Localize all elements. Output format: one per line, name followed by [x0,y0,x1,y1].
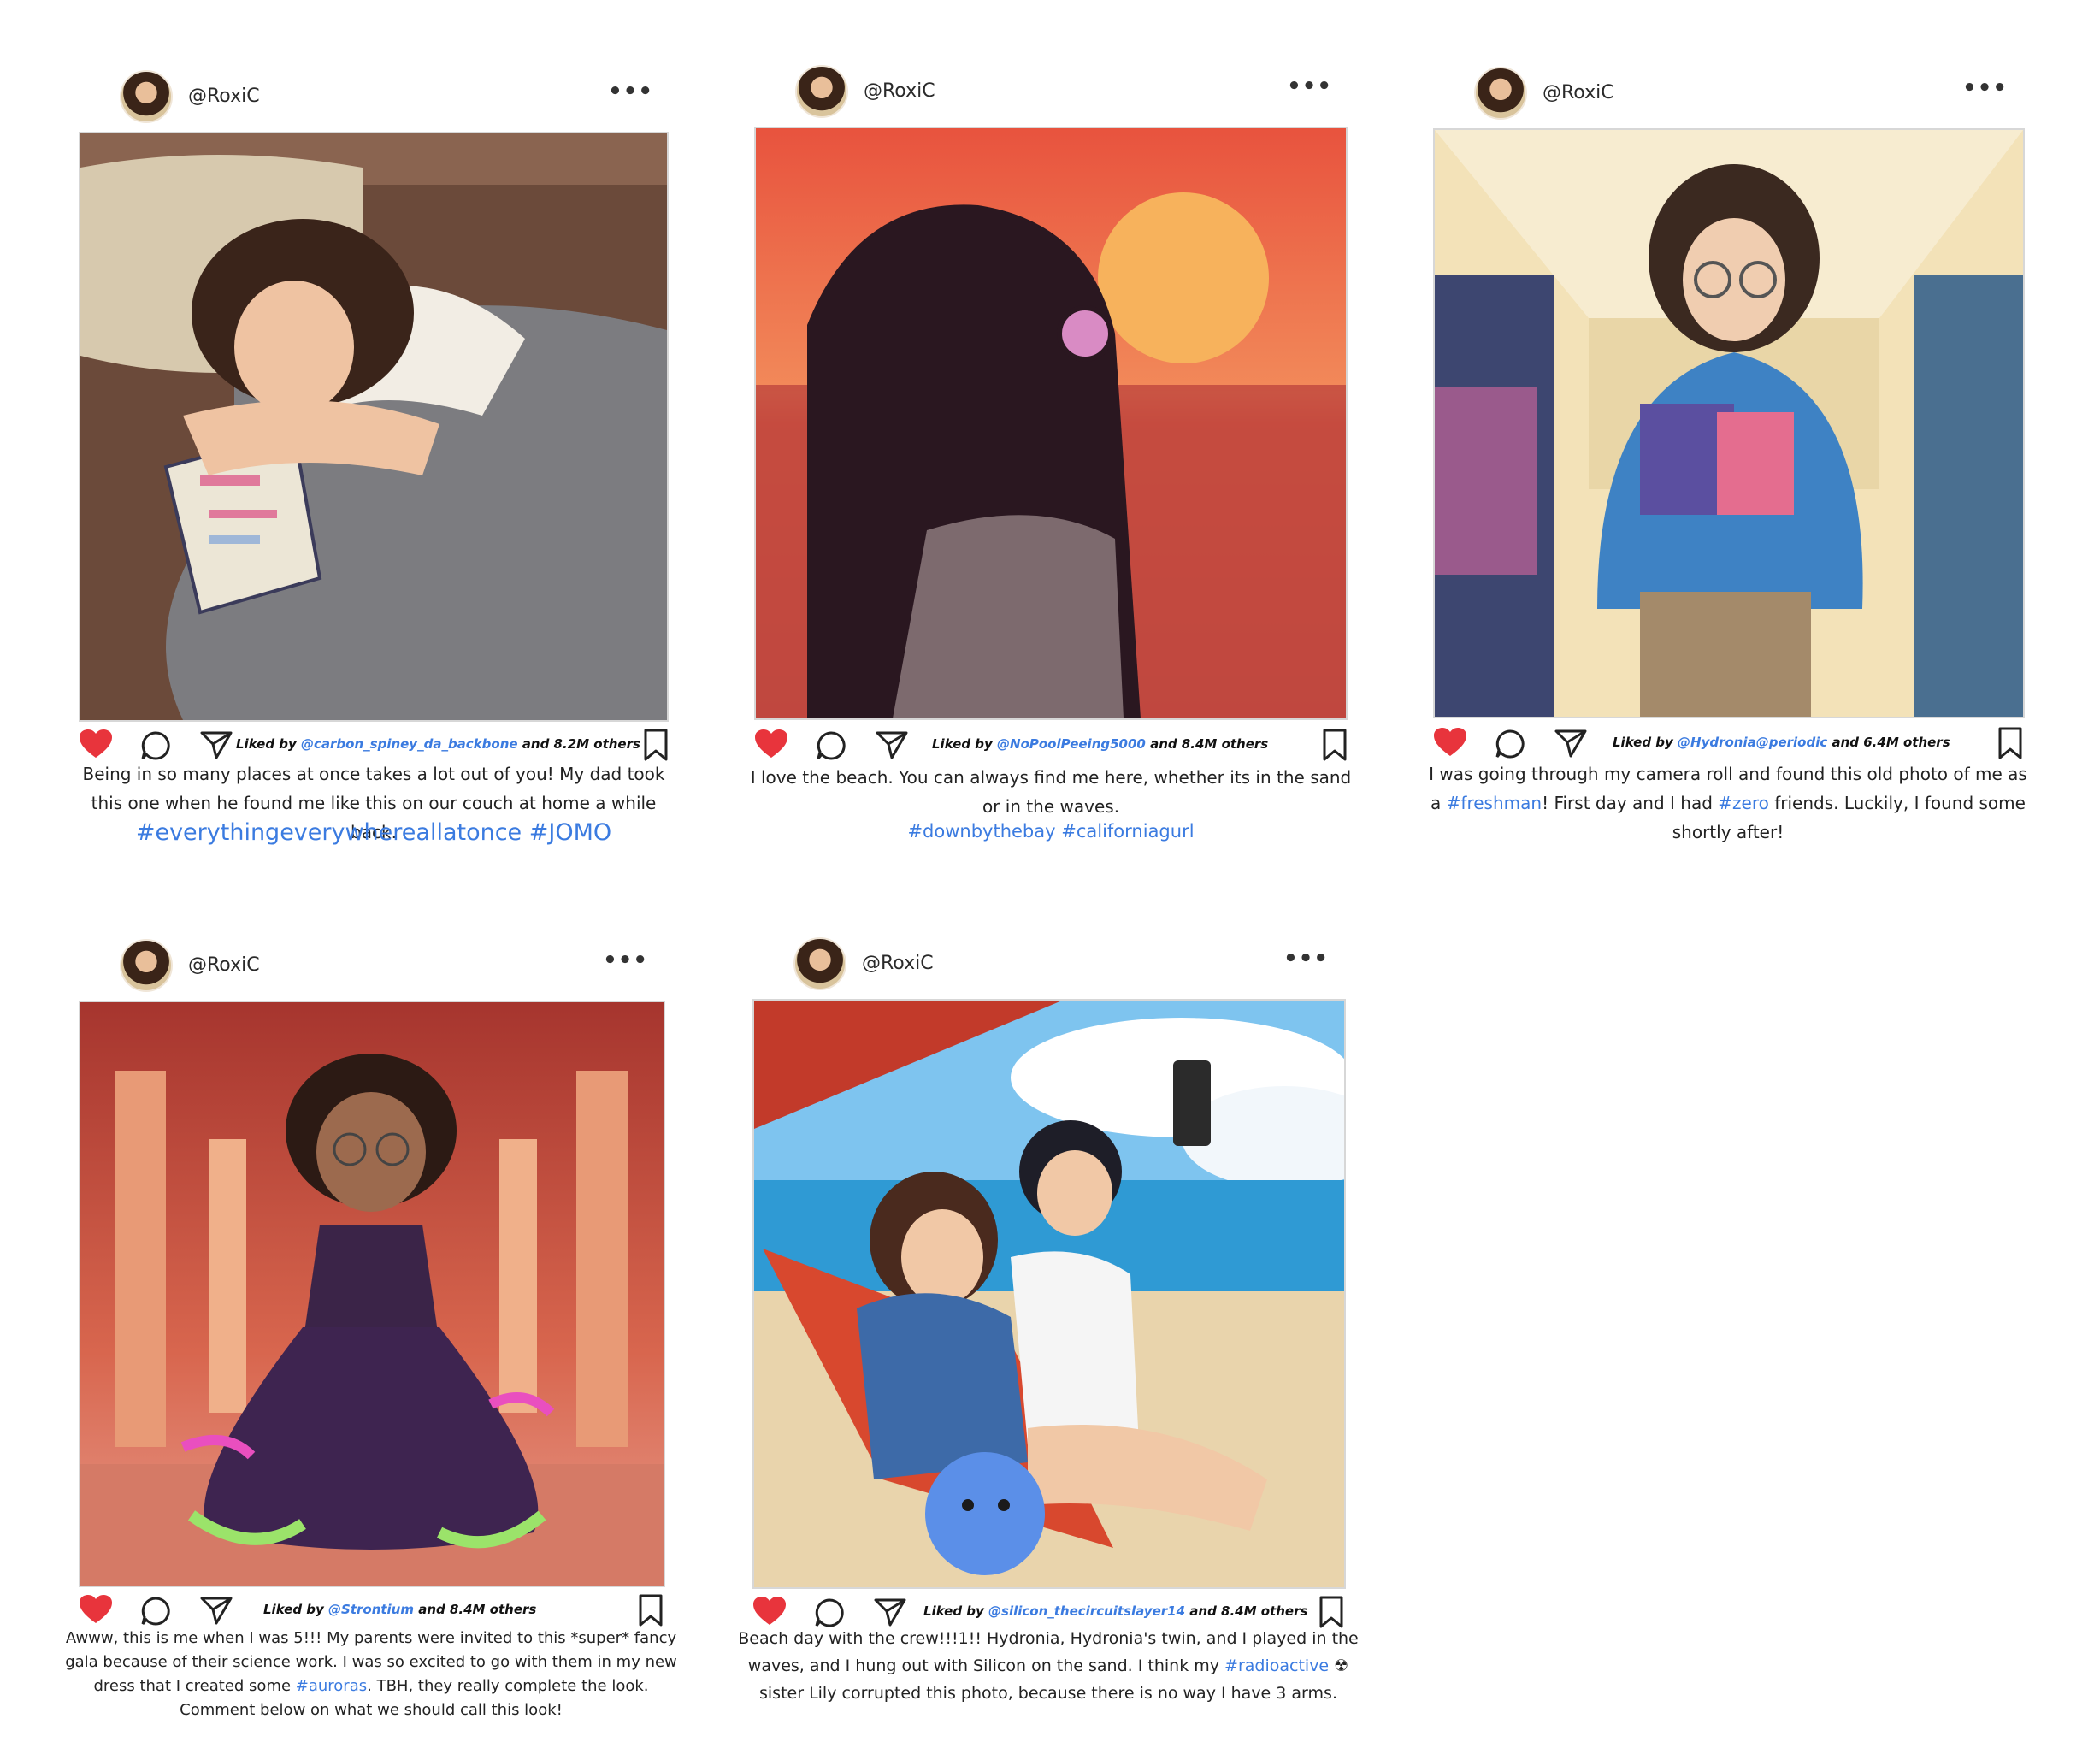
liked-by-text: Liked by @silicon_thecircuitslayer14 and… [923,1603,1307,1619]
post-4: @RoxiC ••• Liked by @Strontium and 8.4M … [65,936,677,1731]
username[interactable]: @RoxiC [188,86,260,107]
caption-hashtags[interactable]: #downbythebay #californiagurl [754,821,1348,842]
post-1: @RoxiC ••• Liked by @carbon_spiney_da_ba… [79,67,669,862]
avatar[interactable] [120,939,173,992]
comment-icon[interactable] [814,1597,845,1628]
post-actions: Liked by @Hydronia@periodic and 6.4M oth… [1433,727,2023,761]
like-heart-icon[interactable] [754,729,788,759]
hashtag-link[interactable]: #zero [1718,793,1769,813]
liked-by-user-link[interactable]: @carbon_spiney_da_backbone [301,736,518,752]
liked-by-label: Liked by [263,1602,329,1617]
like-heart-icon[interactable] [79,729,113,759]
liked-by-label: Liked by [236,736,302,752]
bookmark-icon[interactable] [1318,1596,1344,1628]
liked-by-text: Liked by @Strontium and 8.4M others [263,1602,536,1617]
like-heart-icon[interactable] [79,1594,113,1625]
like-heart-icon[interactable] [752,1596,787,1627]
share-send-icon[interactable] [1554,729,1587,758]
liked-by-text: Liked by @NoPoolPeeing5000 and 8.4M othe… [932,736,1268,752]
bookmark-icon[interactable] [638,1594,664,1627]
username[interactable]: @RoxiC [1543,82,1614,103]
liked-by-text: Liked by @carbon_spiney_da_backbone and … [236,736,640,752]
post-image[interactable] [79,132,669,722]
liked-count: and 8.4M others [1185,1603,1308,1619]
share-send-icon[interactable] [200,1596,233,1625]
username[interactable]: @RoxiC [188,954,260,976]
post-3: @RoxiC ••• Liked by @Hydronia@periodic a… [1429,63,2027,859]
username[interactable]: @RoxiC [864,80,935,102]
hashtag-link[interactable]: #freshman [1447,793,1542,813]
more-options-icon[interactable]: ••• [1287,74,1332,99]
liked-by-text: Liked by @Hydronia@periodic and 6.4M oth… [1613,735,1950,750]
caption-text: I love the beach. You can always find me… [750,767,1352,817]
comment-icon[interactable] [140,730,171,761]
liked-by-user-link[interactable]: @NoPoolPeeing5000 [997,736,1146,752]
hashtag-link[interactable]: #auroras [296,1677,367,1695]
post-actions: Liked by @NoPoolPeeing5000 and 8.4M othe… [754,729,1348,763]
bookmark-icon[interactable] [1997,727,2023,759]
more-options-icon[interactable]: ••• [603,948,648,973]
post-caption: I was going through my camera roll and f… [1425,759,2032,847]
post-header: @RoxiC ••• [1433,63,2023,123]
post-actions: Liked by @carbon_spiney_da_backbone and … [79,729,669,763]
post-image[interactable] [752,999,1346,1589]
hashtag-link[interactable]: #radioactive [1224,1656,1329,1675]
more-options-icon[interactable]: ••• [1283,946,1329,971]
liked-by-user-link[interactable]: @silicon_thecircuitslayer14 [988,1603,1185,1619]
post-image[interactable] [79,1001,665,1587]
bookmark-icon[interactable] [643,729,669,761]
liked-by-user-link[interactable]: @Strontium [328,1602,414,1617]
avatar[interactable] [120,70,173,123]
post-caption: Beach day with the crew!!!1!! Hydronia, … [734,1625,1363,1707]
avatar[interactable] [795,65,848,118]
more-options-icon[interactable]: ••• [608,79,653,104]
liked-by-label: Liked by [923,1603,989,1619]
post-2: @RoxiC ••• Liked by @NoPoolPeeing5000 an… [751,62,1351,857]
caption-text: ! First day and I had [1542,793,1719,813]
liked-count: and 8.4M others [1145,736,1269,752]
post-5: @RoxiC ••• Liked by @silicon_thecircuits… [738,934,1359,1729]
avatar[interactable] [793,937,846,990]
share-send-icon[interactable] [200,730,233,759]
share-send-icon[interactable] [876,730,908,759]
comment-icon[interactable] [1495,729,1525,759]
like-heart-icon[interactable] [1433,727,1467,758]
liked-count: and 6.4M others [1827,735,1950,750]
post-caption: Awww, this is me when I was 5!!! My pare… [55,1627,687,1722]
comment-icon[interactable] [140,1596,171,1627]
share-send-icon[interactable] [874,1597,906,1627]
post-image[interactable] [754,127,1348,720]
liked-count: and 8.4M others [414,1602,537,1617]
more-options-icon[interactable]: ••• [1962,75,2008,101]
post-header: @RoxiC ••• [752,934,1344,994]
comment-icon[interactable] [816,730,846,761]
caption-hashtags[interactable]: #everythingeverywhereallatonce #JOMO [79,819,669,846]
bookmark-icon[interactable] [1322,729,1348,761]
post-header: @RoxiC ••• [754,62,1348,121]
post-header: @RoxiC ••• [79,936,664,995]
post-image[interactable] [1433,128,2025,718]
post-actions: Liked by @Strontium and 8.4M others [79,1594,664,1628]
liked-by-label: Liked by [1613,735,1678,750]
liked-by-label: Liked by [932,736,998,752]
username[interactable]: @RoxiC [862,953,934,974]
post-header: @RoxiC ••• [79,67,669,127]
post-caption: I love the beach. You can always find me… [746,763,1356,821]
liked-count: and 8.2M others [517,736,640,752]
avatar[interactable] [1474,67,1527,120]
liked-by-user-link[interactable]: @Hydronia@periodic [1678,735,1827,750]
